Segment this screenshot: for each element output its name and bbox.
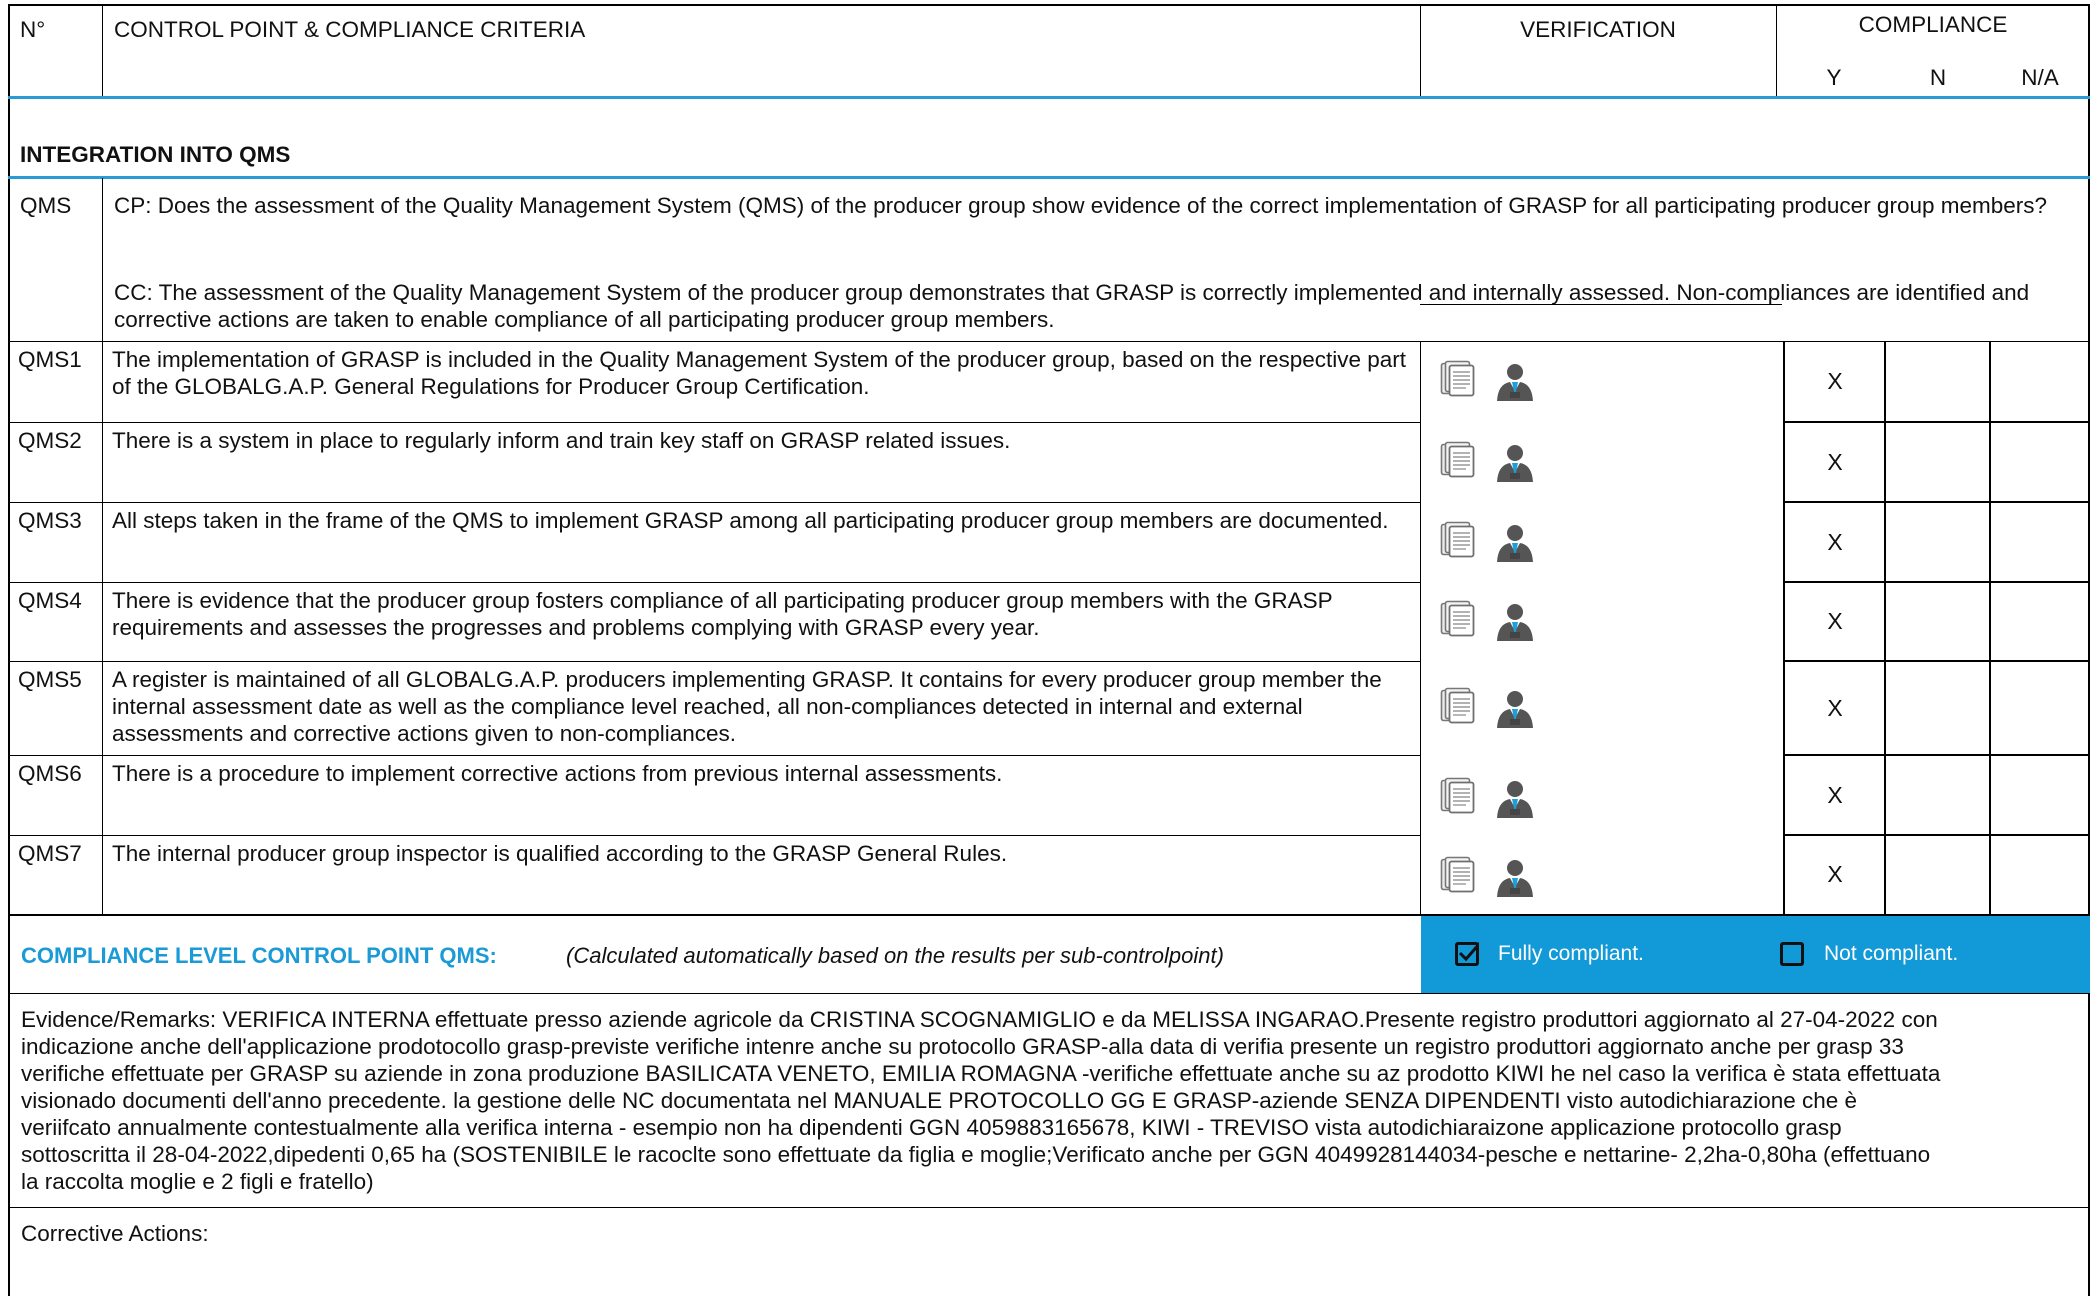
row-sep-3	[8, 582, 1421, 583]
inspector-person-icon	[1494, 523, 1536, 568]
row-text: There is a system in place to regularly …	[112, 428, 1011, 453]
document-stack-icon	[1440, 360, 1476, 403]
evidence-bottom	[8, 1207, 2090, 1208]
fully-compliant-label: Fully compliant.	[1498, 942, 1644, 965]
row-code: QMS1	[18, 347, 82, 372]
inspector-person-icon	[1494, 443, 1536, 488]
header-rule	[8, 96, 2090, 99]
inspector-person-icon	[1494, 858, 1536, 903]
rows-divider-n	[1989, 341, 1991, 915]
row-text: The internal producer group inspector is…	[112, 841, 1008, 866]
row-sep-4	[8, 661, 1421, 662]
header-verification: VERIFICATION	[1520, 17, 1676, 42]
header-criteria: CONTROL POINT & COMPLIANCE CRITERIA	[114, 17, 586, 42]
not-compliant-checkbox[interactable]	[1780, 942, 1804, 966]
row-code: QMS3	[18, 508, 82, 533]
row-text: There is evidence that the producer grou…	[112, 588, 1333, 640]
compliance-y-cell[interactable]: X	[1785, 449, 1885, 476]
fully-compliant-checkbox[interactable]	[1455, 942, 1479, 966]
qms-divider	[102, 178, 103, 342]
inspector-person-icon	[1494, 602, 1536, 647]
document-stack-icon	[1440, 687, 1476, 730]
evidence-line: verifiche effettuate per GRASP su aziend…	[21, 1061, 1941, 1086]
qms-cp: CP: Does the assessment of the Quality M…	[114, 193, 2048, 218]
header-compliance: COMPLIANCE	[1858, 12, 2008, 37]
document-stack-icon	[1440, 521, 1476, 564]
row-sep-6	[8, 835, 1421, 836]
cell-sep-6	[1783, 834, 2090, 836]
compliance-y-cell[interactable]: X	[1785, 782, 1885, 809]
qms-bottom	[8, 341, 2090, 342]
cell-sep-1	[1783, 421, 2090, 423]
compliance-y-cell[interactable]: X	[1785, 861, 1885, 888]
compliance-level-label: COMPLIANCE LEVEL CONTROL POINT QMS:	[21, 943, 497, 968]
evidence-line: visionado documenti dell'anno precedente…	[21, 1088, 1858, 1113]
rows-divider-code	[102, 341, 103, 915]
section-rule	[8, 176, 2090, 179]
row-text: The implementation of GRASP is included …	[112, 347, 1407, 399]
header-divider-1	[102, 4, 103, 98]
inspector-person-icon	[1494, 362, 1536, 407]
row-text: All steps taken in the frame of the QMS …	[112, 508, 1389, 533]
qms-cc: CC: The assessment of the Quality Manage…	[114, 280, 2030, 332]
inspector-person-icon	[1494, 779, 1536, 824]
evidence-line: sottoscritta il 28-04-2022,dipedenti 0,6…	[21, 1142, 1931, 1167]
header-na: N/A	[2021, 65, 2059, 90]
cell-sep-4	[1783, 660, 2090, 662]
row-sep-2	[8, 502, 1421, 503]
header-n: N	[1929, 65, 1947, 90]
header-y: Y	[1826, 65, 1842, 90]
evidence-line: la raccolta moglie e 2 figli e fratello)	[21, 1169, 374, 1194]
checkmark-icon	[1458, 942, 1479, 962]
row-code: QMS2	[18, 428, 82, 453]
evidence-line: Evidence/Remarks: VERIFICA INTERNA effet…	[21, 1007, 1938, 1032]
header-no: N°	[20, 17, 46, 42]
cell-sep-2	[1783, 501, 2090, 503]
page: { "header": { "no": "N°", "criteria": "C…	[0, 0, 2098, 1296]
qms-code: QMS	[20, 193, 72, 218]
cell-sep-3	[1783, 581, 2090, 583]
evidence-line: veriifcato annualmente contestualmente a…	[21, 1115, 1842, 1140]
row-text: There is a procedure to implement correc…	[112, 761, 1003, 786]
inspector-person-icon	[1494, 689, 1536, 734]
document-stack-icon	[1440, 856, 1476, 899]
section-title: INTEGRATION INTO QMS	[20, 142, 291, 167]
compliance-y-cell[interactable]: X	[1785, 608, 1885, 635]
compliance-level-note: (Calculated automatically based on the r…	[566, 943, 1224, 968]
not-compliant-label: Not compliant.	[1824, 942, 1959, 965]
frame-left	[8, 4, 10, 1296]
document-stack-icon	[1440, 600, 1476, 643]
row-text: A register is maintained of all GLOBALG.…	[112, 667, 1382, 746]
row-sep-5	[8, 755, 1421, 756]
cell-sep-5	[1783, 754, 2090, 756]
row-sep-1	[8, 422, 1421, 423]
row-code: QMS5	[18, 667, 82, 692]
compliance-y-cell[interactable]: X	[1785, 695, 1885, 722]
level-bottom	[8, 993, 2090, 994]
evidence-line: indicazione anche dell'applicazione prod…	[21, 1034, 1904, 1059]
row-code: QMS7	[18, 841, 82, 866]
row-code: QMS6	[18, 761, 82, 786]
rows-divider-text	[1420, 341, 1421, 915]
compliance-y-cell[interactable]: X	[1785, 368, 1885, 395]
compliance-y-cell[interactable]: X	[1785, 529, 1885, 556]
cc-underline	[1420, 304, 1782, 305]
corrective-actions-label: Corrective Actions:	[21, 1221, 209, 1246]
row-code: QMS4	[18, 588, 82, 613]
frame-top	[8, 4, 2090, 6]
document-stack-icon	[1440, 777, 1476, 820]
frame-right	[2088, 4, 2090, 1296]
document-stack-icon	[1440, 441, 1476, 484]
